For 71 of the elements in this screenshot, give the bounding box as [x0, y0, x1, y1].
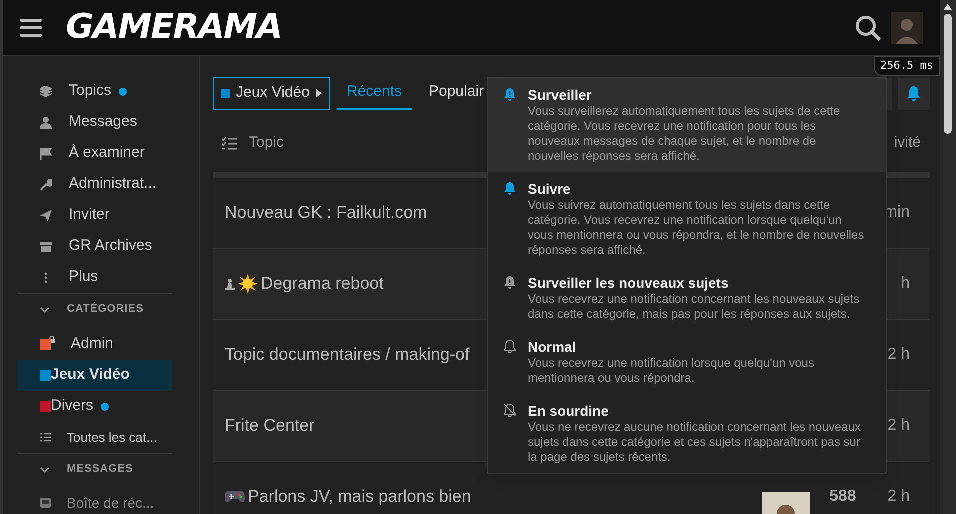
- sidebar-link[interactable]: Inviter: [69, 204, 110, 227]
- activity-time: 2 h: [886, 487, 911, 507]
- wrench-icon: [40, 178, 52, 190]
- bell-outline-icon: [504, 340, 516, 353]
- option-description: Vous recevrez une notification lorsque quelqu'un vous mentionnera ou vous répondra.: [528, 356, 816, 386]
- menu-option[interactable]: [488, 78, 886, 172]
- topic-title[interactable]: Frite Center: [225, 413, 315, 439]
- menu-option[interactable]: Surveiller les nouveaux sujets Vous recevrez une notification concernant les nouveaux sujets dans cette catégorie, mais pas pour les réponses aux sujets.: [488, 266, 886, 330]
- topic-title[interactable]: Topic documentaires / making-of: [225, 342, 470, 368]
- list-icon: [222, 136, 237, 150]
- scrollbar-thumb[interactable]: [944, 14, 952, 134]
- menu-icon[interactable]: [20, 18, 42, 36]
- menu-option[interactable]: En sourdine Vous ne recevrez aucune notification concernant les nouveaux sujets dans cette catégorie et ces sujets n'apparaîtront pas sur la page des sujets récents.: [488, 394, 886, 473]
- gamepad-icon: [225, 490, 245, 504]
- option-description: Vous surveillerez automatiquement tous les sujets de cette catégorie. Vous recevrez une notification pour tous les nouveaux messages de chaque sujet, et le nombre de nouvelles réponses sera affiché.: [528, 104, 842, 164]
- caret-icon: [316, 89, 322, 98]
- sidebar-link[interactable]: Plus: [69, 266, 98, 289]
- sidebar-link[interactable]: Topics: [69, 80, 112, 103]
- sidebar-link[interactable]: GR Archives: [69, 235, 152, 258]
- sidebar-link[interactable]: Divers: [51, 395, 94, 418]
- activity-time: h: [900, 274, 911, 294]
- bell-icon: [504, 182, 516, 195]
- archive-icon: [40, 240, 52, 252]
- sidebar-link[interactable]: Administrat...: [69, 173, 157, 196]
- reply-count: 588: [828, 487, 858, 507]
- option-title: Suivre: [528, 180, 572, 198]
- option-title: Surveiller les nouveaux sujets: [528, 274, 730, 292]
- sidebar-link[interactable]: Boîte de réc...: [67, 492, 154, 514]
- column-header[interactable]: Topic: [249, 132, 284, 154]
- menu-option[interactable]: Normal Vous recevrez une notification lorsque quelqu'un vous mentionnera ou vous répondra.: [488, 330, 886, 394]
- option-title: Surveiller: [528, 86, 593, 104]
- nav-tab[interactable]: Récents: [336, 77, 412, 110]
- topic-title[interactable]: Parlons JV, mais parlons bien: [248, 484, 472, 510]
- sidebar-link[interactable]: Messages: [69, 111, 138, 134]
- sidebar-item[interactable]: Jeux Vidéo: [18, 360, 172, 391]
- category-dropdown[interactable]: Jeux Vidéo: [213, 77, 330, 110]
- chevron-down-icon[interactable]: [40, 466, 50, 474]
- bell-alert-icon: [504, 88, 516, 101]
- search-icon[interactable]: [855, 14, 881, 40]
- sun-icon: [238, 274, 258, 294]
- chevron-down-icon[interactable]: [40, 306, 50, 314]
- scroll-up-icon[interactable]: [944, 4, 952, 10]
- inbox-icon: [40, 498, 51, 508]
- bell-icon: [907, 86, 921, 102]
- bell-off-icon: [504, 404, 516, 417]
- layers-icon: [40, 86, 52, 98]
- activity-time: 2 h: [886, 416, 911, 436]
- section-heading[interactable]: MESSAGES: [67, 461, 134, 478]
- activity-time: 2 h: [886, 345, 911, 365]
- sidebar-link[interactable]: À examiner: [69, 142, 145, 165]
- render-timer: 256.5 ms: [874, 56, 940, 76]
- column-header[interactable]: ivité: [894, 132, 921, 154]
- bell-alert-icon: [504, 276, 516, 289]
- sidebar-link[interactable]: Admin: [71, 333, 114, 356]
- flag-icon: [40, 148, 52, 160]
- user-icon: [40, 116, 52, 128]
- site-logo[interactable]: GAMERAMA: [66, 2, 282, 53]
- pawn-icon: [225, 278, 235, 290]
- option-title: Normal: [528, 338, 578, 356]
- paper-plane-icon: [40, 210, 52, 222]
- notifications-button[interactable]: [898, 78, 930, 110]
- section-heading[interactable]: CATÉGORIES: [67, 301, 144, 318]
- option-description: Vous ne recevrez aucune notification concernant les nouveaux sujets dans cette catégorie et ces sujets n'apparaîtront pas sur la page des sujets récents.: [528, 420, 862, 465]
- list-icon: [40, 433, 51, 442]
- option-description: Vous recevrez une notification concernant les nouveaux sujets dans cette catégorie, mais pas pour les réponses aux sujets.: [528, 292, 861, 322]
- topic-title[interactable]: Degrama reboot: [261, 271, 384, 297]
- nav-tab[interactable]: Populair: [418, 77, 494, 110]
- option-description: Vous suivrez automatiquement tous les sujets dans cette catégorie. Vous recevrez une notification lorsque quelqu'un vous mentionnera ou vous répondra, et le nombre de nouvelles réponses sera affiché.: [528, 198, 866, 258]
- option-title: En sourdine: [528, 402, 610, 420]
- topic-title[interactable]: Nouveau GK : Failkult.com: [225, 200, 428, 226]
- sidebar-link[interactable]: Toutes les cat...: [67, 428, 158, 448]
